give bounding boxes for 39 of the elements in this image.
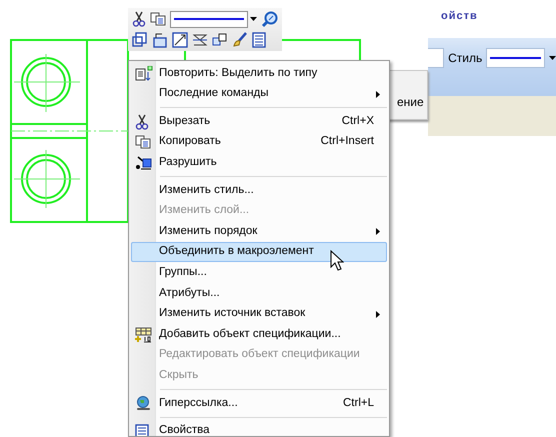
menu-item[interactable]: Добавить объект спецификации... xyxy=(131,324,387,345)
menu-item[interactable]: Изменить стиль... xyxy=(131,180,387,201)
move-icon[interactable] xyxy=(132,32,148,48)
dropdown-arrow-icon[interactable] xyxy=(250,17,257,22)
line-style-dropdown[interactable] xyxy=(170,10,248,28)
explode-icon xyxy=(135,155,153,172)
menu-item[interactable]: Изменить порядок xyxy=(131,221,387,242)
mirror-icon[interactable] xyxy=(192,32,208,48)
menu-item[interactable]: Гиперссылка... Ctrl+L xyxy=(131,392,387,414)
menu-item[interactable]: Копировать Ctrl+Insert xyxy=(131,132,387,152)
submenu-arrow-icon xyxy=(376,310,380,318)
submenu-arrow-icon xyxy=(376,90,380,98)
menu-item[interactable]: Свойства xyxy=(131,420,387,436)
panel-title: ойств xyxy=(441,9,478,24)
outline-line xyxy=(184,51,186,61)
copy-icon xyxy=(135,134,151,149)
dropdown-arrow-icon[interactable] xyxy=(549,56,556,60)
line-style-dropdown[interactable] xyxy=(486,48,546,68)
menu-item[interactable]: Группы... xyxy=(131,262,387,283)
copy-icon[interactable] xyxy=(150,12,166,26)
copy-objects-icon[interactable] xyxy=(212,32,228,48)
input-field[interactable] xyxy=(428,48,444,68)
scissors-icon[interactable] xyxy=(132,11,146,28)
mouse-cursor-icon xyxy=(330,250,344,271)
style-label: Стиль xyxy=(448,50,482,67)
rotate-icon[interactable] xyxy=(152,32,168,48)
brush-icon[interactable] xyxy=(232,32,248,48)
properties-icon[interactable] xyxy=(252,32,266,48)
menu-item[interactable]: Объединить в макроэлемент xyxy=(131,242,387,262)
menu-item[interactable]: Атрибуты... xyxy=(131,282,387,304)
menu-item[interactable]: Разрушить xyxy=(131,152,387,173)
submenu-arrow-icon xyxy=(376,228,380,236)
zoom-icon[interactable] xyxy=(261,10,278,28)
table-add-icon xyxy=(135,327,153,344)
repeat-command-icon xyxy=(135,66,153,82)
menu-item[interactable]: Изменить источник вставок xyxy=(131,304,387,324)
scissors-icon xyxy=(135,114,149,130)
scale-icon[interactable] xyxy=(172,32,188,48)
globe-link-icon xyxy=(135,396,152,412)
